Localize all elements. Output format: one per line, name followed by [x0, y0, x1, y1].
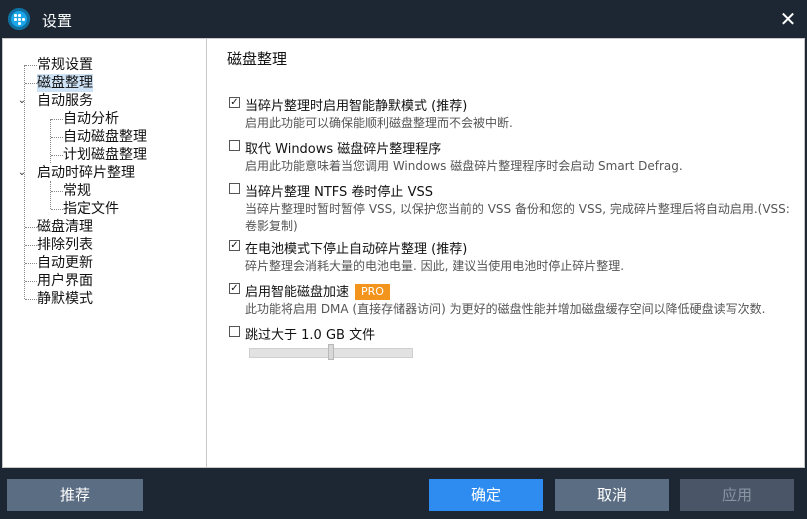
window-title: 设置 [42, 12, 73, 30]
option-label[interactable]: 当碎片整理时启用智能静默模式 (推荐) [245, 95, 467, 114]
option-description: 启用此功能可以确保能顺利磁盘整理而不会被中断. [245, 116, 513, 130]
tree-connector [25, 65, 37, 66]
option-label-text: 启用智能磁盘加速 [245, 285, 350, 300]
ok-button[interactable]: 确定 [429, 479, 543, 511]
collapse-arrow-icon[interactable]: ⌄ [17, 92, 27, 110]
tree-connector [25, 263, 37, 264]
settings-nav-tree: ⌄ ⌄ 常规设置 磁盘整理 自动服务 自动分析 自动磁盘整理 计划磁盘整理 启动… [3, 39, 207, 467]
option-description: 启用此功能意味着当您调用 Windows 磁盘碎片整理程序时会启动 Smart … [245, 159, 683, 173]
tree-connector [51, 119, 63, 120]
option-description: 此功能将启用 DMA (直接存储器访问) 为更好的磁盘性能并增加磁盘缓存空间以降… [245, 302, 766, 316]
tree-connector [25, 227, 37, 228]
tree-connector [25, 245, 37, 246]
tree-connector [51, 209, 63, 210]
option-label[interactable]: 当碎片整理 NTFS 卷时停止 VSS [245, 181, 433, 200]
option-label[interactable]: 启用智能磁盘加速 PRO [245, 281, 390, 300]
nav-disk-cleanup[interactable]: 磁盘清理 [37, 218, 93, 236]
file-size-slider-handle[interactable] [328, 344, 334, 360]
settings-body: ⌄ ⌄ 常规设置 磁盘整理 自动服务 自动分析 自动磁盘整理 计划磁盘整理 启动… [2, 38, 805, 468]
title-bar: 设置 ✕ [0, 0, 807, 38]
option-description: 碎片整理会消耗大量的电池电量. 因此, 建议当使用电池时停止碎片整理. [245, 259, 625, 273]
checkbox-replace-windows-defrag[interactable] [229, 140, 240, 151]
option-label[interactable]: 取代 Windows 磁盘碎片整理程序 [245, 138, 441, 157]
tree-connector [50, 119, 51, 163]
close-icon[interactable]: ✕ [777, 8, 799, 30]
nav-scheduled-defrag[interactable]: 计划磁盘整理 [63, 146, 147, 164]
app-logo-icon [8, 8, 30, 30]
tree-connector [25, 281, 37, 282]
collapse-arrow-icon[interactable]: ⌄ [17, 164, 27, 182]
nav-auto-defrag[interactable]: 自动磁盘整理 [63, 128, 147, 146]
nav-user-interface[interactable]: 用户界面 [37, 272, 93, 290]
dialog-footer: 推荐 确定 取消 应用 [0, 468, 807, 519]
tree-connector [51, 155, 63, 156]
option-label[interactable]: 在电池模式下停止自动碎片整理 (推荐) [245, 238, 467, 257]
pro-badge: PRO [355, 284, 390, 300]
tree-connector [51, 137, 63, 138]
option-description: 当碎片整理时暂时暂停 VSS, 以保护您当前的 VSS 备份和您的 VSS, 完… [245, 202, 790, 233]
option-label[interactable]: 跳过大于 1.0 GB 文件 [245, 324, 375, 343]
nav-auto-update[interactable]: 自动更新 [37, 254, 93, 272]
tree-connector [50, 181, 51, 209]
checkbox-smart-disk-boost[interactable]: ✓ [229, 283, 240, 294]
settings-content: 磁盘整理 ✓ 当碎片整理时启用智能静默模式 (推荐) 启用此功能可以确保能顺利磁… [207, 39, 804, 467]
settings-window: 设置 ✕ ⌄ ⌄ 常规设置 磁盘整理 自动服务 自动分析 自动磁盘整理 计划磁盘… [0, 0, 807, 519]
nav-boot-general[interactable]: 常规 [63, 182, 91, 200]
page-title: 磁盘整理 [227, 50, 288, 68]
checkbox-stop-vss[interactable] [229, 183, 240, 194]
checkbox-skip-large-files[interactable] [229, 326, 240, 337]
cancel-button[interactable]: 取消 [555, 479, 669, 511]
nav-general[interactable]: 常规设置 [37, 56, 93, 74]
nav-auto-service[interactable]: 自动服务 [37, 92, 93, 110]
apply-button[interactable]: 应用 [680, 479, 794, 511]
checkbox-battery-stop[interactable]: ✓ [229, 240, 240, 251]
nav-exclude-list[interactable]: 排除列表 [37, 236, 93, 254]
nav-specified-files[interactable]: 指定文件 [63, 200, 119, 218]
checkbox-smart-silent[interactable]: ✓ [229, 97, 240, 108]
recommend-button[interactable]: 推荐 [7, 479, 143, 511]
nav-disk-defrag[interactable]: 磁盘整理 [37, 74, 93, 92]
tree-connector [25, 299, 37, 300]
nav-boot-time-defrag[interactable]: 启动时碎片整理 [37, 164, 135, 182]
nav-silent-mode[interactable]: 静默模式 [37, 290, 93, 308]
nav-auto-analyze[interactable]: 自动分析 [63, 110, 119, 128]
tree-connector [51, 191, 63, 192]
tree-connector [25, 83, 37, 84]
